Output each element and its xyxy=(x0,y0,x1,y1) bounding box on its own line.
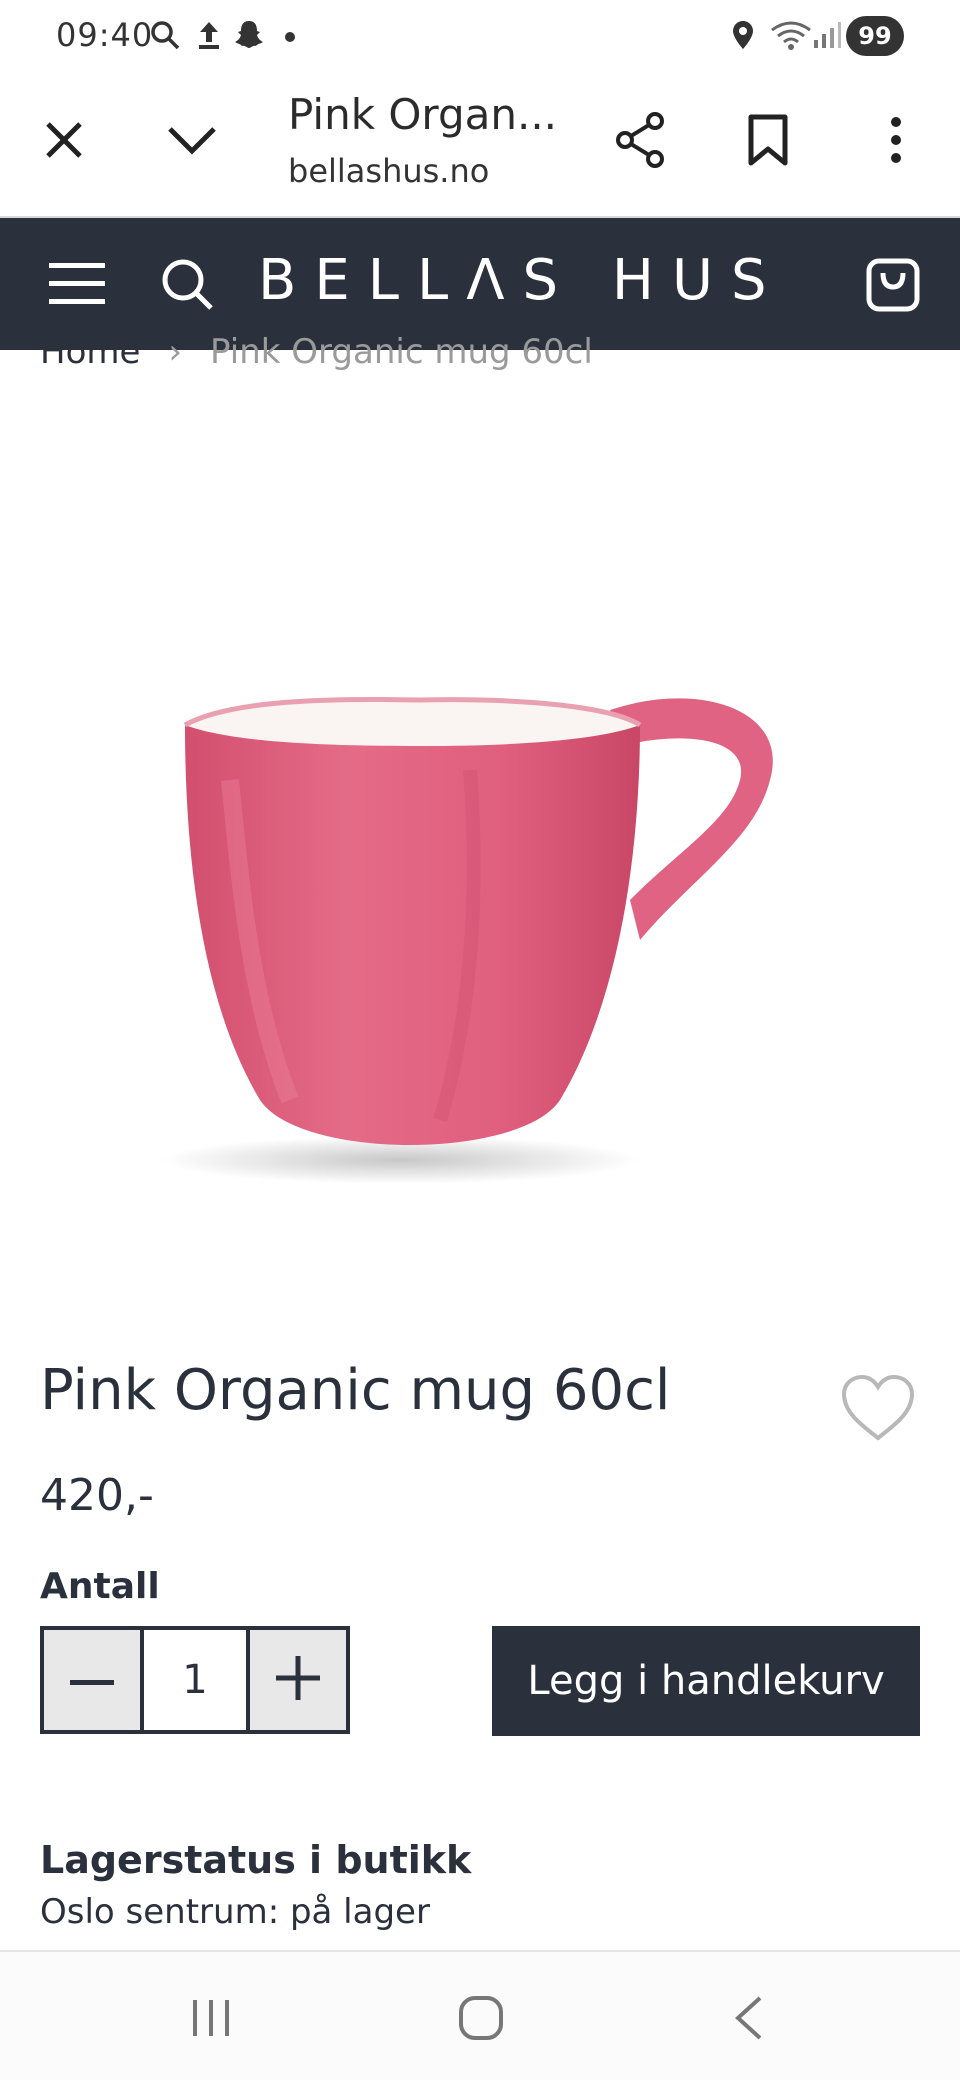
recent-apps-icon[interactable] xyxy=(176,1988,246,2048)
search-icon[interactable] xyxy=(154,251,220,317)
site-header: BELLΛS HUS xyxy=(0,218,960,350)
stock-heading: Lagerstatus i butikk xyxy=(40,1838,472,1882)
quantity-stepper: 1 xyxy=(40,1626,350,1734)
status-bar: 09:40 99 xyxy=(0,0,960,72)
browser-domain[interactable]: bellashus.no xyxy=(288,152,489,190)
signal-icon xyxy=(812,18,842,52)
product-price: 420,- xyxy=(40,1470,154,1521)
bookmark-icon[interactable] xyxy=(736,108,800,172)
breadcrumb: Home › Pink Organic mug 60cl xyxy=(40,332,593,372)
minus-icon xyxy=(70,1671,114,1690)
product-title: Pink Organic mug 60cl xyxy=(40,1358,671,1423)
decrease-quantity-button[interactable] xyxy=(44,1630,144,1730)
close-icon[interactable] xyxy=(32,108,96,172)
back-icon[interactable] xyxy=(714,1988,784,2048)
breadcrumb-separator: › xyxy=(168,332,183,372)
quantity-input[interactable]: 1 xyxy=(144,1630,246,1730)
stock-status-line: Oslo sentrum: på lager xyxy=(40,1892,430,1932)
quantity-label: Antall xyxy=(40,1566,160,1607)
browser-toolbar: Pink Organ... bellashus.no xyxy=(0,72,960,218)
share-icon[interactable] xyxy=(608,108,672,172)
heart-icon[interactable] xyxy=(840,1374,916,1444)
wifi-icon xyxy=(768,18,814,52)
cart-icon[interactable] xyxy=(860,251,926,317)
status-time: 09:40 xyxy=(56,16,154,54)
chevron-down-icon[interactable] xyxy=(160,108,224,172)
increase-quantity-button[interactable] xyxy=(246,1630,346,1730)
plus-icon xyxy=(276,1656,320,1704)
menu-icon[interactable] xyxy=(44,251,110,317)
search-icon xyxy=(148,18,182,52)
upload-icon xyxy=(192,18,226,52)
snapchat-icon xyxy=(232,18,266,52)
battery-indicator: 99 xyxy=(846,16,904,56)
system-nav-bar xyxy=(0,1950,960,2080)
home-icon[interactable] xyxy=(446,1988,516,2048)
breadcrumb-current: Pink Organic mug 60cl xyxy=(210,332,593,372)
dot-icon xyxy=(284,28,296,42)
more-icon[interactable] xyxy=(864,108,928,172)
site-logo[interactable]: BELLΛS HUS xyxy=(258,248,785,313)
product-image[interactable] xyxy=(0,380,960,1340)
location-icon xyxy=(726,18,760,52)
breadcrumb-home-link[interactable]: Home xyxy=(40,332,140,372)
browser-page-title[interactable]: Pink Organ... xyxy=(288,90,557,139)
add-to-cart-button[interactable]: Legg i handlekurv xyxy=(492,1626,920,1736)
